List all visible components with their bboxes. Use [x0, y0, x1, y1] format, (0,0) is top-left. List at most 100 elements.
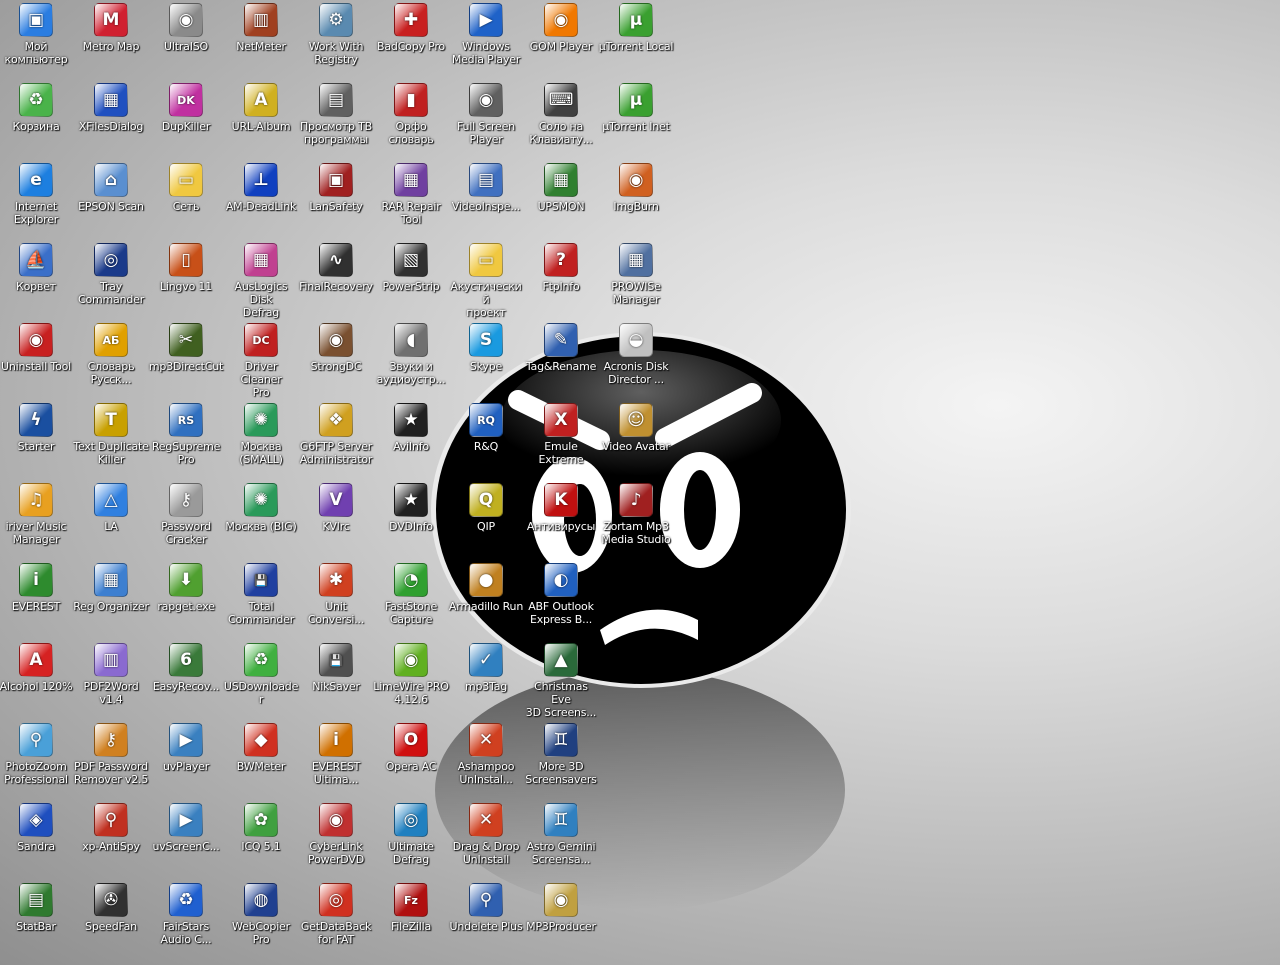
desktop-shortcut-sandra[interactable]: ◈ Sandra	[0, 802, 74, 853]
desktop-shortcut-full-screen-player[interactable]: ◉ Full Screen Player	[448, 82, 524, 146]
desktop-shortcut-qip[interactable]: Q QIP	[448, 482, 524, 533]
desktop-shortcut-astro-gemini-screensaver[interactable]: ♊ Astro Gemini Screensa...	[523, 802, 599, 866]
desktop-shortcut-everest-ultimate[interactable]: i EVEREST Ultima...	[298, 722, 374, 786]
desktop-shortcut-undelete-plus[interactable]: ⚲ Undelete Plus	[448, 882, 524, 933]
desktop-shortcut-alcohol-120[interactable]: A Alcohol 120%	[0, 642, 74, 693]
desktop-shortcut-epson-scan[interactable]: ⌂ EPSON Scan	[73, 162, 149, 213]
desktop-shortcut-xfilesdialog[interactable]: ▦ XFilesDialog	[73, 82, 149, 133]
desktop-shortcut-zortam-mp3[interactable]: ♪ Zortam Mp3 Media Studio	[598, 482, 674, 546]
desktop-shortcut-iriver-music-manager[interactable]: ♫ iriver Music Manager	[0, 482, 74, 546]
desktop-shortcut-dvdinfo[interactable]: ★ DVDInfo	[373, 482, 449, 533]
desktop-shortcut-g6ftp[interactable]: ❖ G6FTP Server Administrator	[298, 402, 374, 466]
desktop-shortcut-more-3d-screensavers[interactable]: ♊ More 3D Screensavers	[523, 722, 599, 786]
desktop-shortcut-bwmeter[interactable]: ◆ BWMeter	[223, 722, 299, 773]
desktop-shortcut-uninstall-tool[interactable]: ◉ Uninstall Tool	[0, 322, 74, 373]
desktop-shortcut-tv-program-viewer[interactable]: ▤ Просмотр ТВ программы	[298, 82, 374, 146]
desktop-shortcut-text-duplicate-killer[interactable]: T Text Duplicate Killer	[73, 402, 149, 466]
desktop-shortcut-xp-antispy[interactable]: ⚲ xp-AntiSpy	[73, 802, 149, 853]
desktop-shortcut-kvirc[interactable]: V KVIrc	[298, 482, 374, 533]
desktop-shortcut-abf-outlook-backup[interactable]: ◐ ABF Outlook Express B...	[523, 562, 599, 626]
desktop-shortcut-metro-map[interactable]: M Metro Map	[73, 2, 149, 53]
desktop-shortcut-rar-repair[interactable]: ▦ RAR Repair Tool	[373, 162, 449, 226]
desktop-shortcut-driver-cleaner[interactable]: DC Driver Cleaner Pro	[223, 322, 299, 399]
desktop-shortcut-recycle-bin[interactable]: ♻ Корзина	[0, 82, 74, 133]
desktop-shortcut-mp3directcut[interactable]: ✂ mp3DirectCut	[148, 322, 224, 373]
desktop-shortcut-armadillo-run[interactable]: ● Armadillo Run	[448, 562, 524, 613]
desktop-shortcut-ftpinfo[interactable]: ? FtpInfo	[523, 242, 599, 293]
desktop-shortcut-emule-extreme[interactable]: X Emule Extreme	[523, 402, 599, 466]
desktop-shortcut-moscow-big[interactable]: ✺ Москва (BIG)	[223, 482, 299, 533]
desktop-shortcut-mp3producer[interactable]: ◉ MP3Producer	[523, 882, 599, 933]
desktop-shortcut-icq[interactable]: ✿ ICQ 5.1	[223, 802, 299, 853]
desktop-shortcut-unit-conversion[interactable]: ✱ Unit Conversi...	[298, 562, 374, 626]
desktop-shortcut-statbar[interactable]: ▤ StatBar	[0, 882, 74, 933]
desktop-shortcut-photozoom[interactable]: ⚲ PhotoZoom Professional	[0, 722, 74, 786]
desktop-shortcut-ultraiso[interactable]: ◉ UltraISO	[148, 2, 224, 53]
desktop-shortcut-password-cracker[interactable]: ⚷ Password Cracker	[148, 482, 224, 546]
desktop-shortcut-tag-rename[interactable]: ✎ Tag&Rename	[523, 322, 599, 373]
desktop-shortcut-starter[interactable]: ϟ Starter	[0, 402, 74, 453]
desktop-shortcut-url-album[interactable]: A URL-Album	[223, 82, 299, 133]
desktop-shortcut-rnq[interactable]: RQ R&Q	[448, 402, 524, 453]
desktop-shortcut-korvet[interactable]: ⛵ Корвет	[0, 242, 74, 293]
desktop-shortcut-internet-explorer[interactable]: e Internet Explorer	[0, 162, 74, 226]
desktop-shortcut-tray-commander[interactable]: ◎ Tray Commander	[73, 242, 149, 306]
desktop-shortcut-easyrecovery[interactable]: 6 EasyRecov...	[148, 642, 224, 693]
desktop-shortcut-speedfan[interactable]: ✇ SpeedFan	[73, 882, 149, 933]
desktop-shortcut-powerstrip[interactable]: ▧ PowerStrip	[373, 242, 449, 293]
desktop-shortcut-niksaver[interactable]: 💾 NikSaver	[298, 642, 374, 693]
desktop-shortcut-dictionary[interactable]: АБ Словарь Русск...	[73, 322, 149, 386]
desktop-shortcut-strongdc[interactable]: ◉ StrongDC	[298, 322, 374, 373]
desktop-shortcut-moscow-small[interactable]: ✺ Москва (SMALL)	[223, 402, 299, 466]
desktop-shortcut-acronis-disk-director[interactable]: ◒ Acronis Disk Director ...	[598, 322, 674, 386]
desktop-shortcut-pdf2word[interactable]: ▥ PDF2Word v1.4	[73, 642, 149, 706]
desktop-shortcut-everest[interactable]: i EVEREST	[0, 562, 74, 613]
desktop-shortcut-ultimate-defrag[interactable]: ◎ Ultimate Defrag	[373, 802, 449, 866]
desktop-shortcut-rapget[interactable]: ⬇ rapget.exe	[148, 562, 224, 613]
desktop-shortcut-aviinfo[interactable]: ★ AviInfo	[373, 402, 449, 453]
desktop-shortcut-am-deadlink[interactable]: ⊥ AM-DeadLink	[223, 162, 299, 213]
desktop-shortcut-powerdvd[interactable]: ◉ CyberLink PowerDVD	[298, 802, 374, 866]
desktop-shortcut-netmeter[interactable]: ▥ NetMeter	[223, 2, 299, 53]
desktop-shortcut-ashampoo-uninstaller[interactable]: ✕ Ashampoo UnInstal...	[448, 722, 524, 786]
desktop-shortcut-opera-ac[interactable]: O Opera AC	[373, 722, 449, 773]
desktop-shortcut-utorrent-inet[interactable]: µ µTorrent Inet	[598, 82, 674, 133]
desktop-shortcut-lansafety[interactable]: ▣ LanSafety	[298, 162, 374, 213]
desktop-shortcut-reg-organizer[interactable]: ▦ Reg Organizer	[73, 562, 149, 613]
desktop-shortcut-la[interactable]: △ LA	[73, 482, 149, 533]
desktop-shortcut-prowise-manager[interactable]: ▦ PROWISe Manager	[598, 242, 674, 306]
desktop-shortcut-pdf-password-remover[interactable]: ⚷ PDF Password Remover v2.5	[73, 722, 149, 786]
desktop-shortcut-limewire[interactable]: ◉ LimeWire PRO 4.12.6	[373, 642, 449, 706]
desktop-shortcut-auslogics-disk-defrag[interactable]: ▦ AusLogics Disk Defrag	[223, 242, 299, 319]
desktop-shortcut-fairstars-audio-converter[interactable]: ♻ FairStars Audio C...	[148, 882, 224, 946]
desktop-shortcut-regsupreme[interactable]: RS RegSupreme Pro	[148, 402, 224, 466]
desktop-shortcut-work-with-registry[interactable]: ⚙ Work With Registry	[298, 2, 374, 66]
desktop-shortcut-sounds-audio-devices[interactable]: ◖ Звуки и аудиоустр...	[373, 322, 449, 386]
desktop-shortcut-imgburn[interactable]: ◉ ImgBurn	[598, 162, 674, 213]
desktop-shortcut-skype[interactable]: S Skype	[448, 322, 524, 373]
desktop-shortcut-antivirus[interactable]: K Антивирусы	[523, 482, 599, 533]
desktop-shortcut-usdownloader[interactable]: ♻ USDownloader	[223, 642, 299, 706]
desktop-shortcut-network-folder[interactable]: ▭ Сеть	[148, 162, 224, 213]
desktop-shortcut-dupkiller[interactable]: DK DupKiller	[148, 82, 224, 133]
desktop-shortcut-christmas-eve-screensaver[interactable]: ▲ Christmas Eve 3D Screens...	[523, 642, 599, 719]
desktop-shortcut-utorrent-local[interactable]: µ µTorrent Local	[598, 2, 674, 53]
desktop-shortcut-filezilla[interactable]: Fz FileZilla	[373, 882, 449, 933]
desktop-shortcut-webcopier[interactable]: ◍ WebCopier Pro	[223, 882, 299, 946]
desktop-shortcut-total-commander[interactable]: 💾 Total Commander	[223, 562, 299, 626]
desktop-shortcut-my-computer[interactable]: ▣ Мой компьютер	[0, 2, 74, 66]
desktop-shortcut-video-avatar[interactable]: ☺ Video Avatar	[598, 402, 674, 453]
desktop-shortcut-uvscreencamera[interactable]: ▶ uvScreenC...	[148, 802, 224, 853]
desktop-shortcut-faststone-capture[interactable]: ◔ FastStone Capture	[373, 562, 449, 626]
desktop-shortcut-finalrecovery[interactable]: ∿ FinalRecovery	[298, 242, 374, 293]
desktop-shortcut-upsmon[interactable]: ▦ UPSMON	[523, 162, 599, 213]
desktop-shortcut-orfo-dictionary[interactable]: ▮ Орфо словарь	[373, 82, 449, 146]
desktop-shortcut-drag-drop-uninstall[interactable]: ✕ Drag & Drop UnInstall	[448, 802, 524, 866]
desktop-shortcut-videoinspector[interactable]: ▤ VideoInspe...	[448, 162, 524, 213]
desktop-shortcut-gom-player[interactable]: ◉ GOM Player	[523, 2, 599, 53]
desktop-shortcut-mp3tag[interactable]: ✓ mp3Tag	[448, 642, 524, 693]
desktop-shortcut-lingvo[interactable]: ▯ Lingvo 11	[148, 242, 224, 293]
desktop-shortcut-solo-keyboard[interactable]: ⌨ Соло на Клавиату...	[523, 82, 599, 146]
desktop-shortcut-badcopy-pro[interactable]: ✚ BadCopy Pro	[373, 2, 449, 53]
desktop-shortcut-uvplayer[interactable]: ▶ uvPlayer	[148, 722, 224, 773]
